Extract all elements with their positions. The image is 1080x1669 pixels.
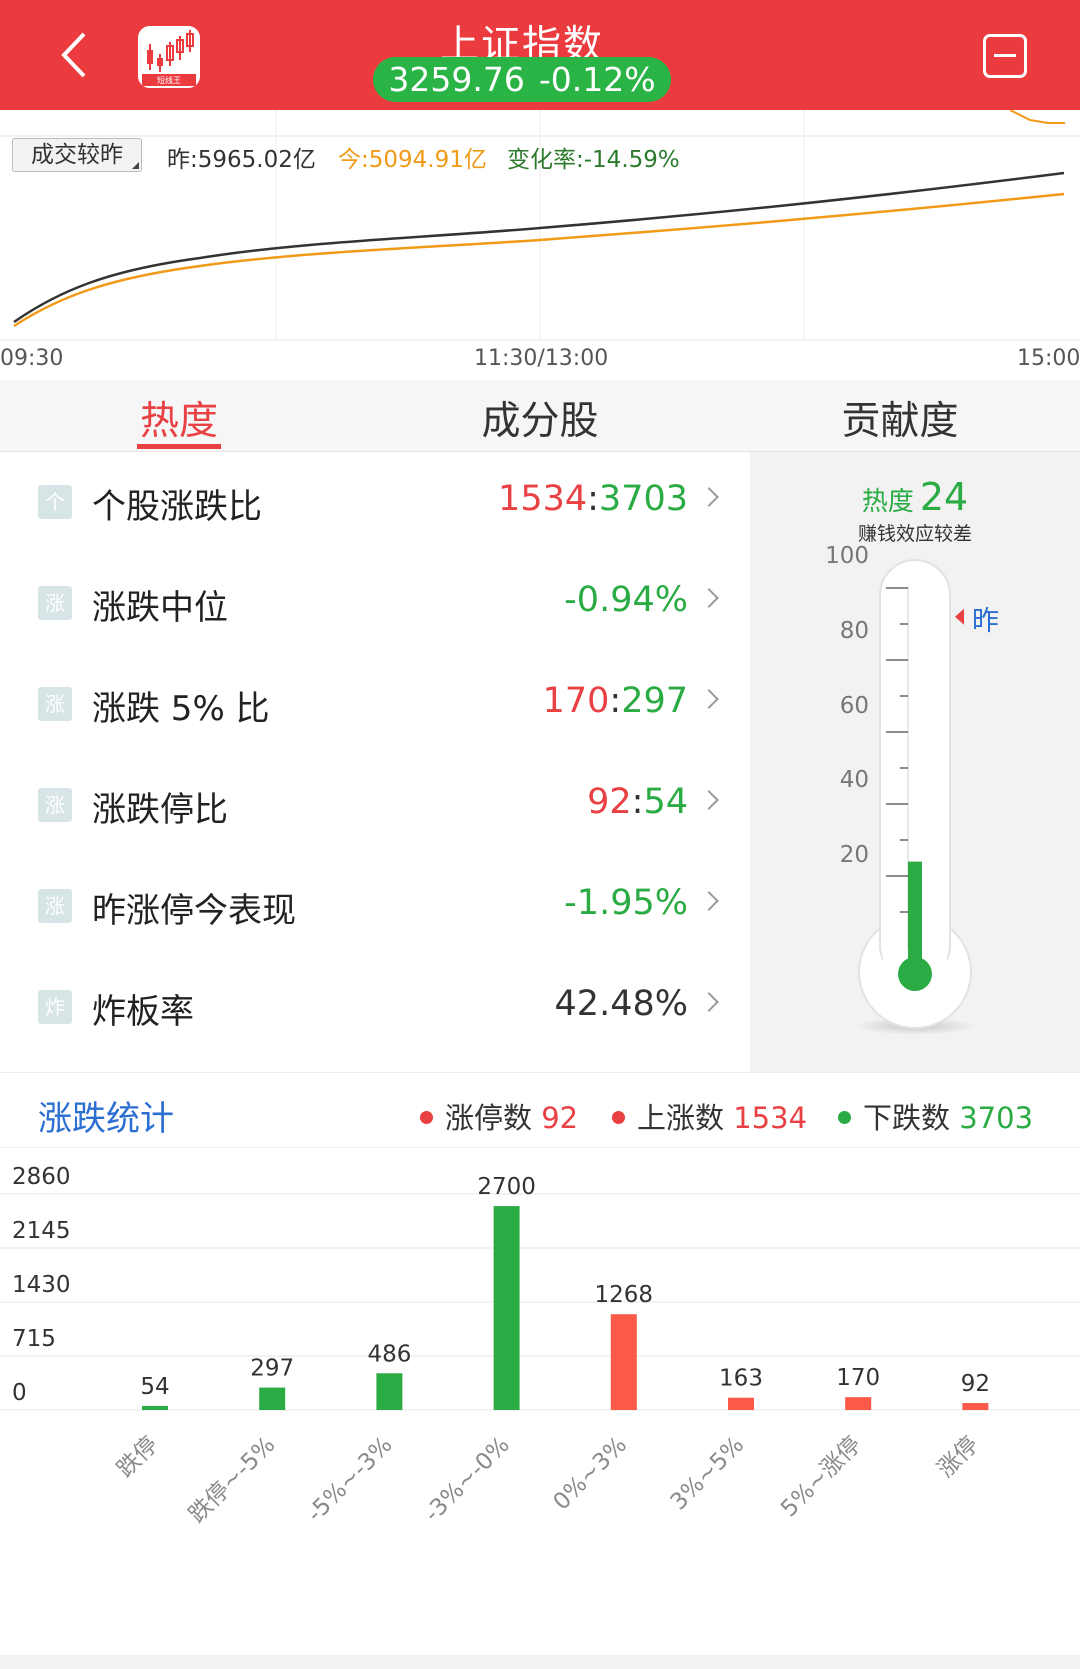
metric-icon: 个: [38, 485, 72, 519]
legend-dot-icon: [838, 1110, 851, 1124]
index-change: -0.12%: [538, 60, 656, 99]
header-bar: 短线王 上证指数 3259.76 -0.12%: [0, 0, 1080, 110]
heat-metrics-list: 个 个股涨跌比 1534:3703 涨 涨跌中位 -0.94% 涨 涨跌 5% …: [0, 452, 750, 1072]
chevron-right-icon: [699, 588, 719, 608]
bar-value-label: 170: [836, 1365, 880, 1391]
stats-title: 涨跌统计: [38, 1099, 174, 1139]
metric-row-5pct-ratio[interactable]: 涨 涨跌 5% 比 170:297: [0, 654, 750, 755]
index-price-badge: 3259.76 -0.12%: [373, 57, 671, 102]
tab-contribution[interactable]: 贡献度: [800, 390, 1000, 446]
legend-dot-icon: [612, 1110, 625, 1124]
yesterday-marker-label: 昨: [972, 605, 999, 637]
metric-value: 1534:3703: [498, 479, 688, 519]
y-tick-label: 1430: [12, 1272, 71, 1298]
metric-value: 92:54: [587, 782, 688, 822]
bar: [142, 1405, 168, 1410]
metric-label: 涨跌中位: [92, 588, 228, 628]
time-label-midday: 11:30/13:00: [474, 346, 609, 371]
tab-components[interactable]: 成分股: [440, 390, 640, 446]
bar-value-label: 486: [367, 1341, 411, 1367]
volume-yesterday: 昨:5965.02亿: [167, 147, 316, 173]
y-tick-label: 0: [12, 1380, 27, 1406]
metric-label: 涨跌停比: [92, 790, 228, 830]
bar: [962, 1403, 989, 1410]
active-tab-indicator: [137, 444, 221, 449]
tab-heat[interactable]: 热度: [79, 390, 279, 446]
up-down-distribution-chart: 2860 2145 1430 715 0 54 跌停 297 跌停~-5% 486 -5%~-3% 2…: [0, 1148, 1080, 1658]
heat-thermometer-panel: 热度 24 赚钱效应较差 100 80 60 40 20 昨: [750, 452, 1080, 1072]
metric-icon: 涨: [38, 788, 72, 822]
volume-today: 今:5094.91亿: [338, 147, 487, 173]
scale-label-60: 60: [839, 693, 869, 719]
metric-label: 个股涨跌比: [92, 487, 262, 527]
metric-label: 涨跌 5% 比: [92, 689, 270, 729]
chevron-right-icon: [699, 992, 719, 1012]
bar-value-label: 92: [961, 1371, 990, 1397]
x-tick-label: -5%~-3%: [302, 1432, 397, 1527]
metric-row-board-break-rate[interactable]: 炸 炸板率 42.48%: [0, 957, 750, 1058]
thermometer-icon: [855, 559, 975, 1035]
chevron-right-icon: [699, 891, 719, 911]
svg-text:短线王: 短线王: [157, 75, 181, 85]
bar-value-label: 2700: [477, 1174, 536, 1200]
bar: [493, 1206, 520, 1410]
metric-row-yesterday-limit-up-performance[interactable]: 涨 昨涨停今表现 -1.95%: [0, 856, 750, 957]
x-tick-label: 0%~3%: [548, 1432, 632, 1516]
tab-bar: 热度 成分股 贡献度: [0, 380, 1080, 452]
metric-label: 炸板率: [92, 992, 194, 1032]
y-tick-label: 715: [12, 1326, 56, 1352]
chevron-right-icon: [699, 689, 719, 709]
stats-header: 涨跌统计 涨停数 92 上涨数 1534 下跌数 3703: [0, 1072, 1080, 1148]
x-tick-label: -3%~-0%: [419, 1432, 514, 1527]
legend-limit-up: 涨停数 92: [420, 1095, 578, 1137]
bar: [376, 1373, 403, 1410]
bar-value-label: 163: [719, 1366, 763, 1392]
metric-icon: 涨: [38, 586, 72, 620]
time-label-close: 15:00: [1017, 346, 1080, 371]
volume-compare-dropdown[interactable]: 成交较昨: [12, 138, 142, 172]
chevron-right-icon: [699, 487, 719, 507]
metric-icon: 炸: [38, 990, 72, 1024]
metric-value: 170:297: [542, 681, 688, 721]
x-tick-label: 跌停: [112, 1432, 163, 1483]
metric-icon: 涨: [38, 889, 72, 923]
legend-down-count: 下跌数 3703: [838, 1095, 1033, 1137]
x-tick-label: 涨停: [933, 1432, 984, 1483]
metric-row-limit-ratio[interactable]: 涨 涨跌停比 92:54: [0, 755, 750, 856]
scale-label-40: 40: [839, 767, 869, 793]
bar: [259, 1387, 286, 1410]
legend-up-count: 上涨数 1534: [612, 1095, 807, 1137]
legend-dot-icon: [420, 1110, 433, 1124]
bar-value-label: 297: [250, 1356, 294, 1382]
yesterday-marker-icon: [955, 608, 964, 625]
index-price: 3259.76: [388, 60, 525, 99]
bar: [845, 1397, 872, 1410]
metric-icon: 涨: [38, 687, 72, 721]
metric-row-median-change[interactable]: 涨 涨跌中位 -0.94%: [0, 553, 750, 654]
bar-value-label: 54: [140, 1374, 169, 1400]
x-tick-label: 5%~涨停: [776, 1432, 866, 1522]
y-tick-label: 2145: [12, 1218, 71, 1244]
metric-value: 42.48%: [554, 984, 688, 1024]
time-label-open: 09:30: [0, 346, 64, 371]
bar-value-label: 1268: [595, 1282, 654, 1308]
metric-value: -0.94%: [564, 580, 688, 620]
bar-chart-svg: 2860 2145 1430 715 0 54 跌停 297 跌停~-5% 486 -5%~-3% 2…: [0, 1164, 1080, 1528]
y-tick-label: 2860: [12, 1164, 71, 1190]
minimize-icon[interactable]: [983, 34, 1027, 78]
scale-label-100: 100: [825, 543, 869, 569]
bar: [728, 1397, 754, 1410]
scale-label-20: 20: [839, 842, 869, 868]
volume-change-rate: 变化率:-14.59%: [507, 147, 680, 173]
metric-label: 昨涨停今表现: [92, 891, 296, 931]
metric-row-up-down-ratio[interactable]: 个 个股涨跌比 1534:3703: [0, 452, 750, 553]
x-tick-label: 跌停~-5%: [184, 1432, 280, 1528]
scale-label-80: 80: [839, 618, 869, 644]
x-tick-label: 3%~5%: [666, 1432, 750, 1516]
bar: [610, 1314, 637, 1410]
chevron-right-icon: [699, 790, 719, 810]
footer-strip: [0, 1655, 1080, 1669]
metric-value: -1.95%: [564, 883, 688, 923]
